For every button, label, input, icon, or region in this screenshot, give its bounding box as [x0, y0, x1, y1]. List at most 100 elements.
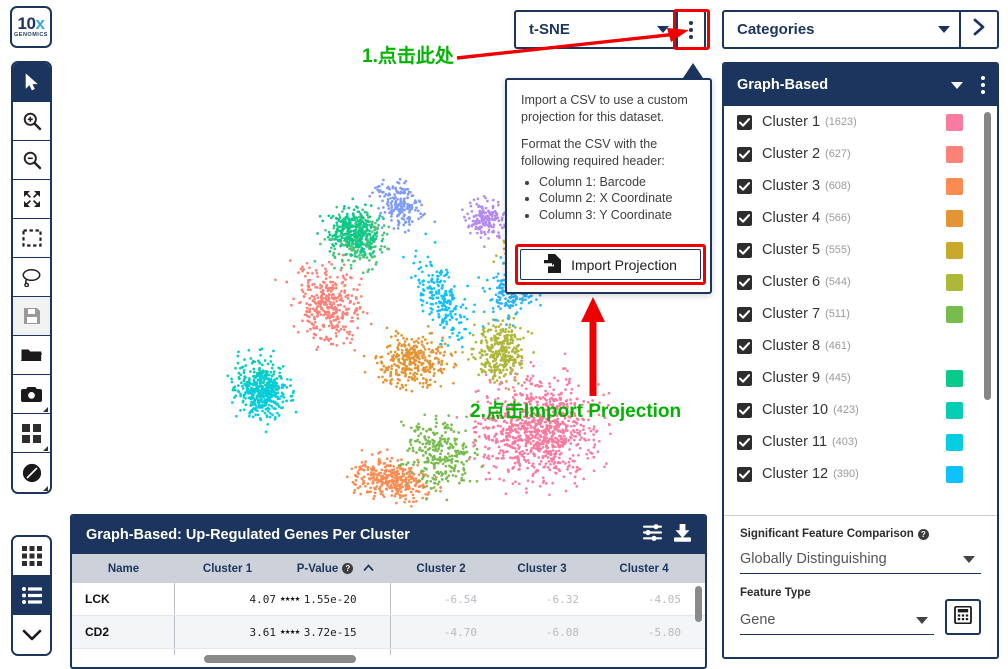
cluster-checkbox[interactable]: [737, 274, 752, 290]
cluster-color-swatch[interactable]: [946, 145, 963, 163]
question-mark-icon[interactable]: ?: [917, 528, 929, 540]
pvalue-text: 1.55e-20: [303, 592, 357, 606]
cluster-color-swatch[interactable]: [946, 273, 963, 291]
cluster-color-swatch[interactable]: [946, 369, 963, 387]
cluster-list-item[interactable]: Cluster 11 (403): [724, 426, 997, 458]
question-mark-icon[interactable]: ?: [342, 563, 354, 574]
cluster-list-item[interactable]: Cluster 6 (544): [724, 266, 997, 298]
cluster-list-item[interactable]: Cluster 7 (511): [724, 298, 997, 330]
scatter-series: [461, 316, 535, 391]
zoom-out-tool[interactable]: [13, 141, 50, 180]
cluster-row-inner: Cluster 3 (608): [737, 170, 997, 202]
rectangle-select-tool[interactable]: [13, 219, 50, 258]
column-header-cluster-3[interactable]: Cluster 3: [491, 563, 593, 575]
cluster-row-inner: Cluster 2 (627): [737, 138, 997, 170]
genes-table-horizontal-scrollbar-thumb[interactable]: [204, 655, 356, 663]
download-icon[interactable]: [673, 523, 692, 547]
cluster-checkbox[interactable]: [737, 146, 752, 162]
sliders-icon[interactable]: [643, 524, 662, 546]
cluster-checkbox[interactable]: [737, 434, 752, 450]
category-panel: Graph-Based Cluster 1 (1623) Cluster 2 (627…: [722, 62, 999, 659]
scatter-series: [362, 325, 458, 393]
cluster-list-item[interactable]: Cluster 12 (390): [724, 458, 997, 490]
10x-genomics-logo[interactable]: 10x GENOMICS: [10, 6, 52, 48]
category-panel-kebab-button[interactable]: [981, 76, 985, 94]
cluster-checkbox[interactable]: [737, 338, 752, 354]
calculate-button[interactable]: [945, 599, 981, 635]
cluster-checkbox[interactable]: [737, 178, 752, 194]
genes-table-vertical-scrollbar-thumb[interactable]: [695, 586, 702, 622]
cluster-list-item[interactable]: Cluster 2 (627): [724, 138, 997, 170]
table-row[interactable]: LCK 4.07 ★★★★ 1.55e-20 -6.54 -6.32 -4.05: [72, 583, 705, 616]
cluster-list-item[interactable]: Cluster 9 (445): [724, 362, 997, 394]
significant-feature-comparison-select[interactable]: Globally Distinguishing: [740, 545, 981, 574]
fit-to-screen-tool[interactable]: [13, 180, 50, 219]
cluster-list-item[interactable]: Cluster 10 (423): [724, 394, 997, 426]
chevron-up-icon[interactable]: [363, 563, 374, 575]
column-header-name[interactable]: Name: [72, 563, 175, 575]
cluster-color-swatch[interactable]: [946, 241, 963, 259]
dashed-rectangle-icon: [21, 229, 42, 247]
grid-view-tool[interactable]: [13, 537, 50, 576]
cluster-row-inner: Cluster 5 (555): [737, 234, 997, 266]
column-header-cluster-2[interactable]: Cluster 2: [391, 563, 491, 575]
cluster-color-swatch[interactable]: [946, 209, 963, 227]
cell-cluster-4-value: -5.80: [647, 625, 681, 639]
categories-select[interactable]: Categories: [722, 10, 999, 49]
feature-type-row: Gene: [740, 599, 981, 635]
expand-panel-button[interactable]: [959, 12, 997, 47]
zoom-in-tool[interactable]: [13, 102, 50, 141]
cluster-checkbox[interactable]: [737, 466, 752, 482]
cluster-color-swatch[interactable]: [946, 465, 963, 483]
import-projection-button[interactable]: Import Projection: [520, 249, 701, 280]
expand-arrows-icon: [22, 189, 42, 209]
cluster-checkbox[interactable]: [737, 210, 752, 226]
contrast-tool[interactable]: [13, 453, 50, 492]
category-panel-header[interactable]: Graph-Based: [724, 64, 997, 106]
feature-type-select[interactable]: Gene: [740, 606, 934, 635]
cluster-color-swatch[interactable]: [946, 177, 963, 195]
cluster-color-swatch[interactable]: [946, 401, 963, 419]
cluster-row-inner: Cluster 7 (511): [737, 298, 997, 330]
scatter-series: [402, 232, 485, 349]
cluster-checkbox[interactable]: [737, 402, 752, 418]
cluster-checkbox[interactable]: [737, 114, 752, 130]
list-view-tool[interactable]: [13, 576, 50, 615]
list-icon: [21, 586, 42, 604]
save-tool[interactable]: [13, 297, 50, 336]
genes-table-body[interactable]: LCK 4.07 ★★★★ 1.55e-20 -6.54 -6.32 -4.05…: [72, 583, 705, 655]
lasso-select-tool[interactable]: [13, 258, 50, 297]
cluster-checkbox[interactable]: [737, 242, 752, 258]
cluster-color-swatch[interactable]: [946, 113, 963, 131]
layout-tool[interactable]: [13, 414, 50, 453]
cluster-list-item[interactable]: Cluster 4 (566): [724, 202, 997, 234]
cluster-list-item[interactable]: Cluster 8 (461): [724, 330, 997, 362]
column-header-pvalue[interactable]: P-Value ?: [280, 563, 391, 575]
cluster-checkbox[interactable]: [737, 370, 752, 386]
cluster-list-item[interactable]: Cluster 1 (1623): [724, 106, 997, 138]
open-tool[interactable]: [13, 336, 50, 375]
cluster-list-item[interactable]: Cluster 3 (608): [724, 170, 997, 202]
table-row[interactable]: LTB: [72, 649, 705, 655]
table-row[interactable]: CD2 3.61 ★★★★ 3.72e-15 -4.70 -6.08 -5.80: [72, 616, 705, 649]
cluster-color-swatch[interactable]: [946, 433, 963, 451]
categories-caret[interactable]: [929, 12, 959, 47]
feature-type-value: Gene: [740, 612, 776, 628]
column-header-cluster-1[interactable]: Cluster 1: [175, 563, 280, 575]
column-header-cluster-4[interactable]: Cluster 4: [593, 563, 695, 575]
cluster-list-scrollbar-thumb[interactable]: [984, 112, 991, 400]
cluster-count: (544): [825, 276, 851, 288]
kebab-menu-icon: [981, 76, 985, 80]
left-toolbar-secondary: [11, 535, 52, 656]
screenshot-tool[interactable]: [13, 375, 50, 414]
cluster-color-swatch[interactable]: [946, 305, 963, 323]
cluster-count: (511): [825, 308, 850, 320]
cluster-list-item[interactable]: Cluster 5 (555): [724, 234, 997, 266]
cluster-list[interactable]: Cluster 1 (1623) Cluster 2 (627) Cluster 3 (6…: [724, 106, 997, 492]
chevron-down-icon[interactable]: [951, 81, 963, 89]
cluster-color-swatch[interactable]: [946, 338, 963, 355]
pointer-tool[interactable]: [13, 63, 50, 102]
cluster-list-item[interactable]: Cluster 13(360): [724, 490, 997, 492]
expand-more-tool[interactable]: [13, 615, 50, 654]
cluster-checkbox[interactable]: [737, 306, 752, 322]
